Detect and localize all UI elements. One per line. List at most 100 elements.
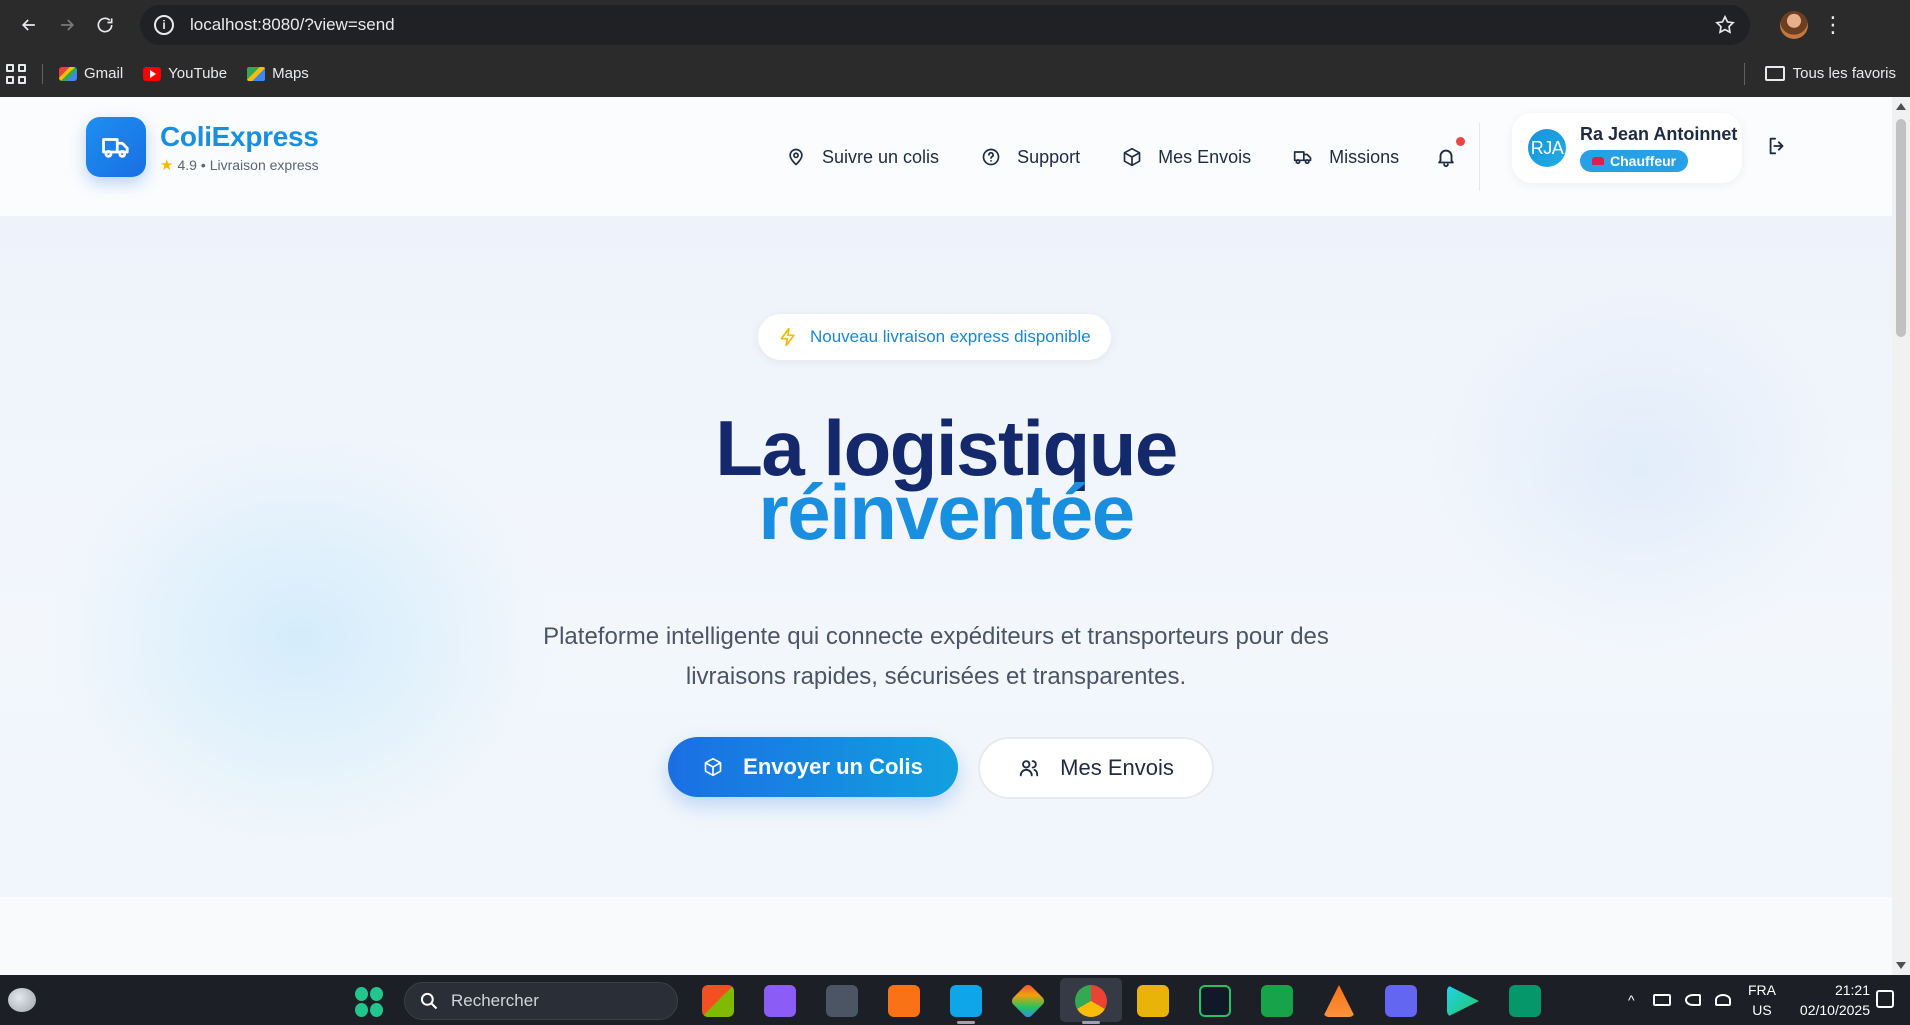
hero-section: Nouveau livraison express disponible La … xyxy=(0,217,1892,897)
package-icon xyxy=(704,757,722,777)
vlc-app-icon[interactable] xyxy=(1323,985,1355,1017)
bookmark-maps[interactable]: Maps xyxy=(247,65,309,82)
browser-toolbar: i localhost:8080/?view=send ⋮ xyxy=(0,0,1910,50)
start-button[interactable] xyxy=(355,987,385,1017)
clock-date: 02/10/2025 xyxy=(1799,1002,1870,1018)
package-icon xyxy=(1123,147,1141,167)
page-viewport: ColiExpress ★ 4.9 • Livraison express Su… xyxy=(0,97,1892,975)
all-bookmarks-label: Tous les favoris xyxy=(1792,65,1896,82)
role-badge: Chauffeur xyxy=(1580,150,1689,172)
language-indicator[interactable]: FRA US xyxy=(1748,980,1776,1020)
scroll-up-icon[interactable] xyxy=(1896,103,1906,110)
volume-icon[interactable] xyxy=(1684,994,1701,1006)
git-app-icon[interactable] xyxy=(1009,982,1047,1020)
back-button[interactable] xyxy=(10,6,48,44)
address-bar[interactable]: i localhost:8080/?view=send xyxy=(140,5,1750,45)
xampp-app-icon[interactable] xyxy=(888,985,920,1017)
arrow-right-icon xyxy=(61,19,75,31)
bookmarks-bar: Gmail YouTube Maps Tous les favoris xyxy=(0,50,1910,97)
windows-taskbar: Rechercher ^ FRA US 21:21 02/10/2025 xyxy=(0,975,1910,1025)
office-app-icon[interactable] xyxy=(1137,985,1169,1017)
announcement-text: Nouveau livraison express disponible xyxy=(810,327,1091,346)
scrollbar-thumb[interactable] xyxy=(1896,119,1906,337)
avatar: RJA xyxy=(1528,129,1566,167)
battery-icon[interactable] xyxy=(1652,994,1671,1006)
role-label: Chauffeur xyxy=(1610,153,1677,169)
hero-description: Plateforme intelligente qui connecte exp… xyxy=(543,623,1329,690)
truck-icon xyxy=(1293,151,1312,165)
all-bookmarks-button[interactable]: Tous les favoris xyxy=(1764,65,1896,82)
nav-missions[interactable]: Missions xyxy=(1293,147,1399,168)
bookmark-label: YouTube xyxy=(168,65,228,82)
brand-name: ColiExpress xyxy=(160,120,319,152)
bookmark-label: Maps xyxy=(272,65,309,82)
settings-app-icon[interactable] xyxy=(826,985,858,1017)
nav-divider xyxy=(1479,123,1481,191)
forward-button[interactable] xyxy=(48,6,86,44)
browser-profile-avatar[interactable] xyxy=(1780,11,1808,39)
apps-grid-icon[interactable] xyxy=(6,63,26,84)
button-label: Envoyer un Colis xyxy=(743,754,923,779)
hero-title-line2: réinventée xyxy=(758,468,1135,556)
app-header: ColiExpress ★ 4.9 • Livraison express Su… xyxy=(0,97,1892,217)
notepad-app-icon[interactable] xyxy=(764,985,796,1017)
notifications-button[interactable] xyxy=(1435,137,1466,168)
play-app-icon[interactable] xyxy=(1447,985,1479,1017)
running-indicator xyxy=(957,1021,975,1024)
site-info-icon[interactable]: i xyxy=(154,15,174,35)
bookmark-youtube[interactable]: YouTube xyxy=(143,65,227,82)
chart-app-icon[interactable] xyxy=(1261,985,1293,1017)
chrome-app-icon[interactable] xyxy=(1075,985,1107,1017)
user-name: Ra Jean Antoinnet xyxy=(1580,124,1738,144)
clock[interactable]: 21:21 02/10/2025 xyxy=(1788,980,1870,1020)
reload-icon xyxy=(97,17,113,33)
w3-app-icon[interactable] xyxy=(1509,985,1541,1017)
teams-app-icon[interactable] xyxy=(1385,985,1417,1017)
brand-rating: 4.9 xyxy=(177,156,197,173)
logout-button[interactable] xyxy=(1766,135,1788,157)
user-profile-card[interactable]: RJA Ra Jean Antoinnet Chauffeur xyxy=(1512,113,1742,183)
lightning-icon xyxy=(780,327,795,347)
logout-icon xyxy=(1769,137,1784,155)
nav-track-parcel[interactable]: Suivre un colis xyxy=(786,147,939,168)
reload-button[interactable] xyxy=(86,6,124,44)
brand[interactable]: ColiExpress ★ 4.9 • Livraison express xyxy=(86,117,319,177)
bookmarks-divider xyxy=(1743,62,1745,85)
nav-label: Missions xyxy=(1329,146,1400,167)
url-text[interactable]: localhost:8080/?view=send xyxy=(190,15,1714,35)
browser-menu-button[interactable]: ⋮ xyxy=(1822,14,1844,36)
brand-subtitle: ★ 4.9 • Livraison express xyxy=(160,156,319,174)
store-app-icon[interactable] xyxy=(702,985,734,1017)
taskbar-search[interactable]: Rechercher xyxy=(404,982,678,1020)
scroll-down-icon[interactable] xyxy=(1896,962,1906,969)
nav-label: Suivre un colis xyxy=(822,146,940,167)
announcement-badge: Nouveau livraison express disponible xyxy=(758,314,1111,360)
truck-logo-icon xyxy=(86,117,146,177)
weather-icon[interactable] xyxy=(8,988,36,1012)
wifi-icon[interactable] xyxy=(1714,994,1731,1006)
lang-line2: US xyxy=(1752,1002,1772,1018)
button-label: Mes Envois xyxy=(1060,755,1174,780)
clock-time: 21:21 xyxy=(1834,982,1870,998)
my-shipments-button[interactable]: Mes Envois xyxy=(978,737,1214,799)
bell-icon xyxy=(1438,149,1454,168)
pycharm-app-icon[interactable] xyxy=(1199,985,1231,1017)
chevron-up-icon[interactable]: ^ xyxy=(1628,992,1635,1008)
star-icon xyxy=(1715,14,1735,34)
browser-chrome: i localhost:8080/?view=send ⋮ Gmail YouT… xyxy=(0,0,1910,97)
vscode-app-icon[interactable] xyxy=(950,985,982,1017)
nav-support[interactable]: Support xyxy=(981,147,1080,168)
running-indicator xyxy=(1082,1021,1100,1024)
users-icon xyxy=(1019,760,1039,777)
send-parcel-button[interactable]: Envoyer un Colis xyxy=(668,737,958,797)
notification-center-icon[interactable] xyxy=(1876,990,1894,1008)
map-pin-icon xyxy=(789,148,803,166)
nav-label: Support xyxy=(1017,146,1081,167)
bookmark-gmail[interactable]: Gmail xyxy=(59,65,123,82)
nav-my-shipments[interactable]: Mes Envois xyxy=(1122,147,1251,168)
folder-icon xyxy=(1764,66,1785,81)
page-scrollbar[interactable] xyxy=(1892,97,1910,975)
notification-dot xyxy=(1456,137,1466,146)
star-icon: ★ xyxy=(160,156,174,174)
bookmark-star-button[interactable] xyxy=(1714,14,1736,36)
